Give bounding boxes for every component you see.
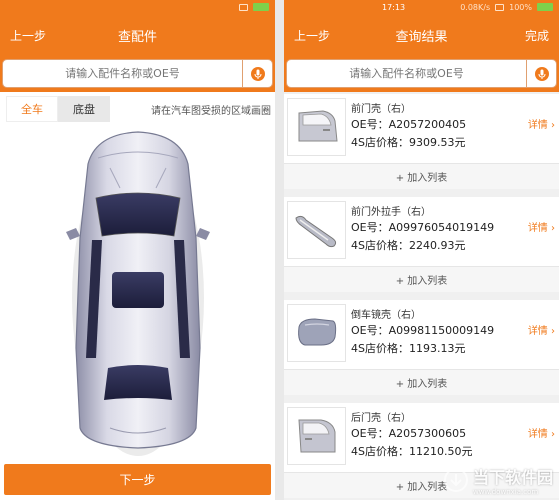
- status-bar: 17:13 0.08K/s 100%: [284, 0, 559, 14]
- status-time: 17:13: [382, 2, 406, 12]
- part-thumbnail: [287, 304, 346, 362]
- add-to-list-button[interactable]: + 加入列表: [284, 370, 559, 395]
- part-name: 后门壳（右）: [351, 413, 411, 424]
- watermark-text: 当下软件园: [472, 468, 553, 487]
- network-speed: 0.08K/s: [460, 2, 491, 12]
- search-input[interactable]: [287, 67, 526, 80]
- detail-label: 详情: [527, 120, 548, 131]
- part-thumbnail: [287, 98, 346, 156]
- result-info[interactable]: 前门壳（右） OE号：A2057200405 4S店价格：9309.53元 详情…: [284, 94, 559, 164]
- chevron-right-icon: ›: [551, 326, 555, 337]
- dealer-price: 4S店价格：9309.53元: [351, 136, 466, 149]
- status-bar: [0, 0, 275, 14]
- microphone-icon: [250, 66, 265, 81]
- search-bar: [0, 56, 275, 92]
- search-box: [286, 59, 557, 88]
- list-item: 倒车镜壳（右） OE号：A09981150009149 4S店价格：1193.1…: [284, 300, 559, 395]
- add-to-list-button[interactable]: + 加入列表: [284, 164, 559, 189]
- door-handle-icon: [294, 215, 336, 248]
- list-item: 前门壳（右） OE号：A2057200405 4S店价格：9309.53元 详情…: [284, 94, 559, 189]
- results-list: 前门壳（右） OE号：A2057200405 4S店价格：9309.53元 详情…: [284, 94, 559, 500]
- watermark-logo-icon: [443, 468, 468, 492]
- watermark-url: www.downxia.com: [472, 488, 539, 496]
- signal-icon: [239, 3, 248, 11]
- detail-link[interactable]: 详情 ›: [528, 116, 555, 131]
- view-tabs: 全车 底盘 请在汽车图受损的区域画圈: [0, 96, 275, 122]
- part-name: 前门外拉手（右）: [351, 207, 431, 218]
- battery-icon: [537, 3, 553, 11]
- chevron-right-icon: ›: [551, 223, 555, 234]
- part-thumbnail: [287, 407, 346, 465]
- oe-number: OE号：A2057300605: [351, 427, 467, 440]
- nav-bar: 上一步 查配件: [0, 14, 275, 56]
- mirror-cover-icon: [297, 318, 336, 346]
- detail-label: 详情: [527, 429, 548, 440]
- part-thumbnail: [287, 201, 346, 259]
- chevron-right-icon: ›: [551, 429, 555, 440]
- dealer-price: 4S店价格：2240.93元: [351, 239, 466, 252]
- nav-bar: 上一步 查询结果 完成: [284, 14, 559, 56]
- list-item: 前门外拉手（右） OE号：A09976054019149 4S店价格：2240.…: [284, 197, 559, 292]
- draw-hint: 请在汽车图受损的区域画圈: [151, 105, 271, 117]
- microphone-icon: [534, 66, 549, 81]
- watermark-texts: 当下软件园 www.downxia.com: [473, 464, 553, 496]
- detail-link[interactable]: 详情 ›: [528, 219, 555, 234]
- parts-search-screen: 上一步 查配件 全车 底盘 请在汽车图受损的区域画圈: [0, 0, 275, 500]
- done-button[interactable]: 完成: [525, 27, 549, 44]
- add-to-list-button[interactable]: + 加入列表: [284, 267, 559, 292]
- tab-full-car[interactable]: 全车: [6, 96, 58, 122]
- detail-link[interactable]: 详情 ›: [528, 322, 555, 337]
- detail-link[interactable]: 详情 ›: [528, 425, 555, 440]
- result-info[interactable]: 前门外拉手（右） OE号：A09976054019149 4S店价格：2240.…: [284, 197, 559, 267]
- door-panel-icon: [298, 110, 338, 142]
- oe-number: OE号：A09976054019149: [351, 221, 495, 234]
- battery-icon: [253, 3, 269, 11]
- voice-search-button[interactable]: [242, 60, 272, 87]
- search-bar: [284, 56, 559, 92]
- battery-percent: 100%: [509, 2, 532, 12]
- car-top-view-image: [66, 131, 210, 456]
- result-info[interactable]: 后门壳（右） OE号：A2057300605 4S店价格：11210.50元 详…: [284, 403, 559, 473]
- rear-door-icon: [297, 419, 335, 453]
- oe-number: OE号：A09981150009149: [351, 324, 495, 337]
- tab-chassis[interactable]: 底盘: [58, 96, 110, 122]
- search-box: [2, 59, 273, 88]
- back-button[interactable]: 上一步: [10, 27, 46, 44]
- search-results-screen: 17:13 0.08K/s 100% 上一步 查询结果 完成 请输入配件名称或O…: [284, 0, 559, 500]
- dealer-price: 4S店价格：11210.50元: [351, 445, 473, 458]
- detail-label: 详情: [527, 326, 548, 337]
- back-button[interactable]: 上一步: [294, 27, 330, 44]
- dealer-price: 4S店价格：1193.13元: [351, 342, 466, 355]
- part-name: 倒车镜壳（右）: [351, 310, 421, 321]
- result-info[interactable]: 倒车镜壳（右） OE号：A09981150009149 4S店价格：1193.1…: [284, 300, 559, 370]
- oe-number: OE号：A2057200405: [351, 118, 467, 131]
- next-step-button[interactable]: 下一步: [4, 464, 271, 495]
- signal-icon: [495, 3, 505, 11]
- search-input[interactable]: [3, 67, 242, 80]
- detail-label: 详情: [527, 223, 548, 234]
- watermark: 当下软件园 www.downxia.com: [443, 464, 553, 496]
- part-name: 前门壳（右）: [351, 104, 411, 115]
- chevron-right-icon: ›: [551, 120, 555, 131]
- voice-search-button[interactable]: [526, 60, 556, 87]
- car-diagram[interactable]: [0, 128, 275, 458]
